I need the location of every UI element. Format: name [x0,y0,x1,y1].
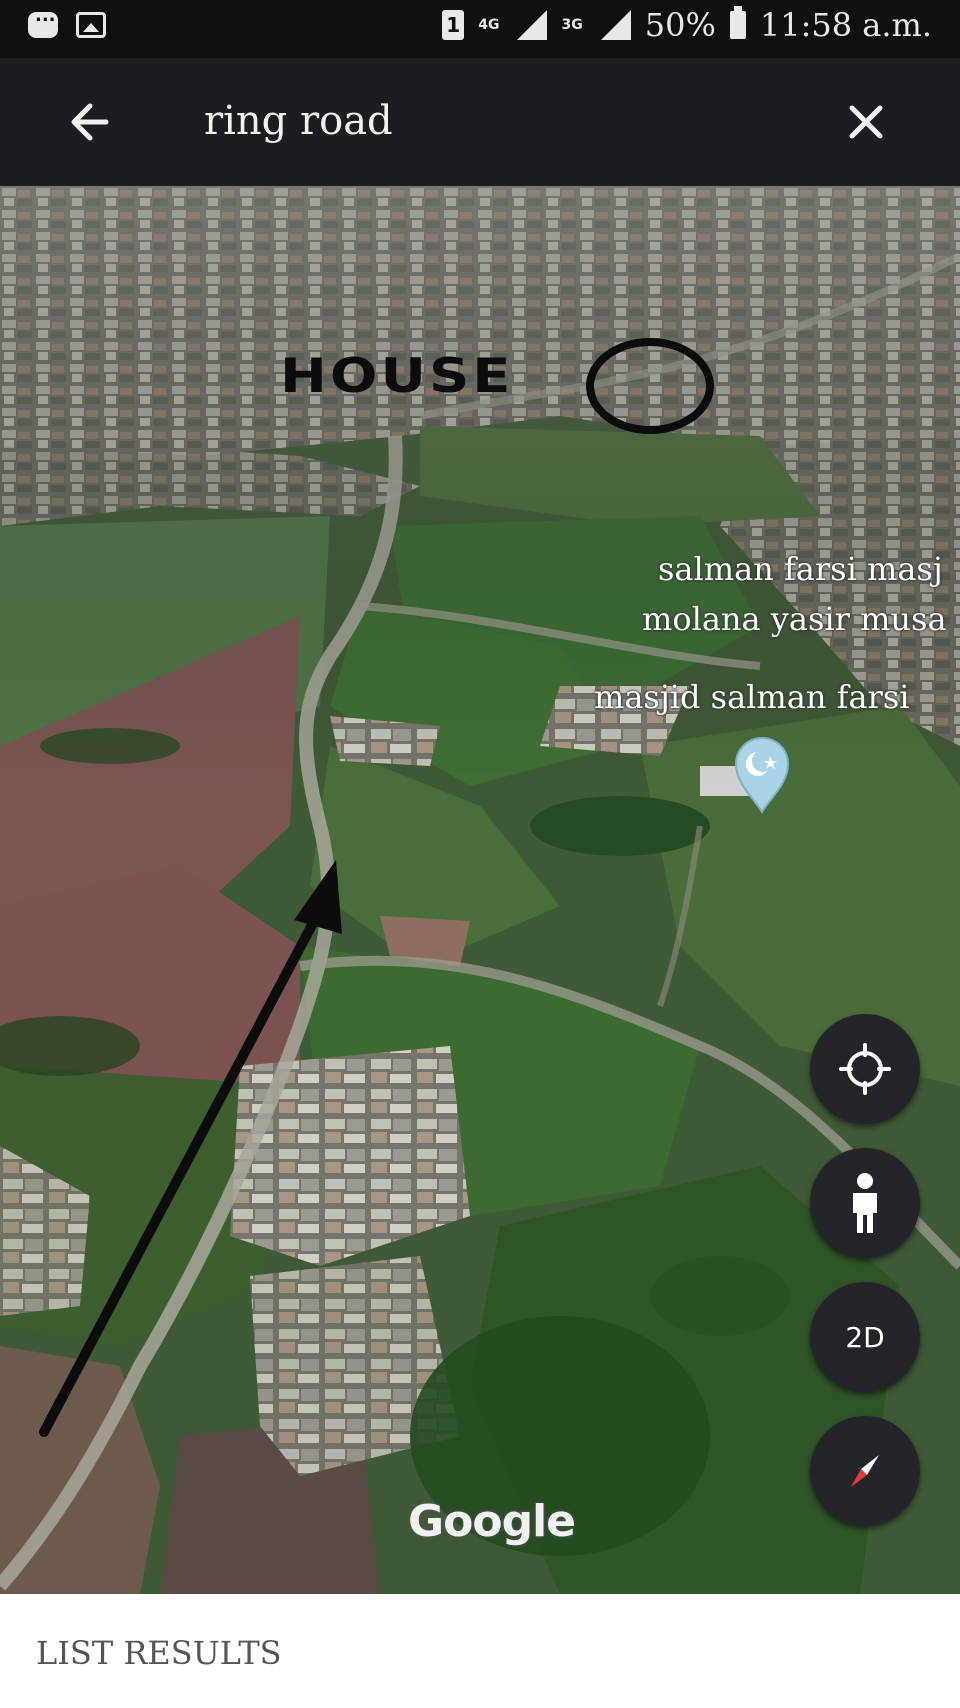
house-circle-annotation [586,338,714,434]
view-mode-2d-button[interactable]: 2D [810,1282,920,1392]
street-view-button[interactable] [810,1148,920,1258]
back-button[interactable] [62,90,126,154]
signal-icon [513,10,548,40]
list-results-title[interactable]: LIST RESULTS [36,1634,282,1672]
house-annotation: HOUSE [280,348,514,405]
clock: 11:58 a.m. [759,6,932,44]
compass-button[interactable] [810,1416,920,1526]
search-app-bar: ring road [0,58,960,186]
image-icon [76,12,106,38]
results-panel[interactable]: LIST RESULTS [0,1594,960,1708]
sim-icon: 1 [442,10,465,40]
person-icon [853,1173,877,1233]
status-bar: 1 4G 3G 50% 11:58 a.m. [0,0,960,58]
arrow-left-icon [71,103,109,141]
search-query-field[interactable]: ring road [204,98,393,144]
mosque-pin-icon[interactable] [732,734,792,814]
battery-percent: 50% [644,6,716,44]
battery-icon [729,6,746,39]
compass-icon [851,1455,879,1487]
satellite-map[interactable]: HOUSE salman farsi masj molana yasir mus… [0,186,960,1594]
signal-icon-2 [597,10,631,40]
crosshair-icon [839,1043,891,1095]
network-3g-label: 3G [561,17,583,33]
clear-search-button[interactable] [834,90,898,154]
place-label-salman-farsi-masj[interactable]: salman farsi masj [658,550,943,588]
google-attribution: Google [408,1496,576,1547]
message-icon [28,5,58,38]
close-icon [849,105,883,139]
place-label-masjid-salman-farsi[interactable]: masjid salman farsi [594,678,909,716]
my-location-button[interactable] [810,1014,920,1124]
network-4g-label: 4G [478,17,500,33]
place-label-molana-yasir-musa[interactable]: molana yasir musa [642,600,947,638]
